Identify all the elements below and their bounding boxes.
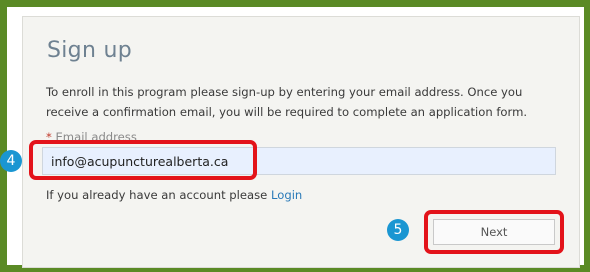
account-prompt: If you already have an account please	[46, 188, 268, 202]
instructions-line-1: To enroll in this program please sign-up…	[46, 85, 523, 99]
login-link[interactable]: Login	[271, 188, 302, 202]
next-highlight-box	[424, 210, 564, 254]
instructions-line-2: receive a confirmation email, you will b…	[46, 105, 528, 119]
step-5-badge: 5	[387, 219, 409, 241]
instructions-text: To enroll in this program please sign-up…	[46, 82, 576, 122]
step-4-badge: 4	[0, 150, 22, 172]
email-highlight-box	[29, 140, 257, 180]
page-title: Sign up	[47, 38, 132, 63]
existing-account-text: If you already have an account please Lo…	[46, 188, 302, 202]
